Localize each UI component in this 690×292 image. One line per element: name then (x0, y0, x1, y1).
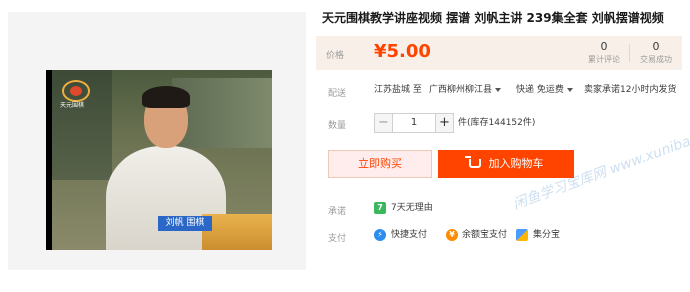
seven-day-return-icon: 7 (374, 202, 386, 214)
cart-icon (464, 156, 481, 168)
review-count[interactable]: 0 累计评论 (580, 40, 628, 66)
shipping-promise: 卖家承诺12小时内发货 (584, 85, 677, 95)
shipping-label: 配送 (328, 89, 347, 99)
studio-desk (202, 214, 272, 250)
quickpay-icon: ⚡ (374, 229, 386, 241)
shipping-method[interactable]: 快递 免运费 (516, 83, 573, 97)
add-to-cart-label: 加入购物车 (488, 157, 544, 170)
payment-label: 支付 (328, 234, 347, 244)
jifenbao-icon (516, 229, 528, 241)
shipping-from: 江苏盐城 至 (374, 85, 422, 95)
chevron-down-icon (566, 87, 573, 92)
quantity-decrease-button[interactable]: − (375, 114, 393, 132)
quantity-stepper: − 1 + (374, 113, 454, 133)
payment-yuebao[interactable]: 余额宝支付 (462, 228, 507, 242)
promise-text[interactable]: 7天无理由 (391, 201, 433, 215)
shipping-method-label: 快递 免运费 (516, 85, 564, 95)
add-to-cart-button[interactable]: 加入购物车 (438, 150, 574, 178)
review-count-value: 0 (600, 40, 608, 53)
quantity-increase-button[interactable]: + (435, 114, 453, 132)
station-logo-icon (62, 80, 90, 102)
sales-count-value: 0 (652, 40, 660, 53)
sales-count-label: 交易成功 (640, 55, 672, 64)
buy-now-button[interactable]: 立即购买 (328, 150, 432, 178)
presenter-hair (142, 86, 190, 108)
shipping-destination-label: 广西柳州柳江县 (429, 85, 493, 95)
quantity-input[interactable]: 1 (393, 114, 435, 132)
product-image[interactable]: 天元围棋 刘帆 围棋 (46, 70, 272, 250)
stat-divider (629, 44, 630, 62)
sales-count[interactable]: 0 交易成功 (632, 40, 680, 66)
quantity-label: 数量 (328, 121, 347, 131)
payment-jifenbao[interactable]: 集分宝 (533, 228, 560, 242)
payment-quickpay[interactable]: 快捷支付 (391, 228, 427, 242)
shipping-destination[interactable]: 广西柳州柳江县 (429, 83, 502, 97)
video-caption: 刘帆 围棋 (158, 216, 212, 231)
chevron-down-icon (495, 87, 502, 92)
price-value: ¥5.00 (374, 41, 431, 62)
promise-label: 承诺 (328, 207, 347, 217)
price-panel: 价格 ¥5.00 0 累计评论 0 交易成功 (316, 36, 682, 70)
video-frame: 天元围棋 刘帆 围棋 (52, 70, 272, 250)
review-count-label: 累计评论 (588, 55, 620, 64)
yuebao-icon: ¥ (446, 229, 458, 241)
stock-info: 件(库存144152件) (458, 118, 536, 128)
price-label: 价格 (326, 51, 345, 61)
product-title: 天元围棋教学讲座视频 摆谱 刘帆主讲 239集全套 刘帆摆谱视频 (322, 11, 664, 25)
station-name: 天元围棋 (60, 102, 85, 109)
